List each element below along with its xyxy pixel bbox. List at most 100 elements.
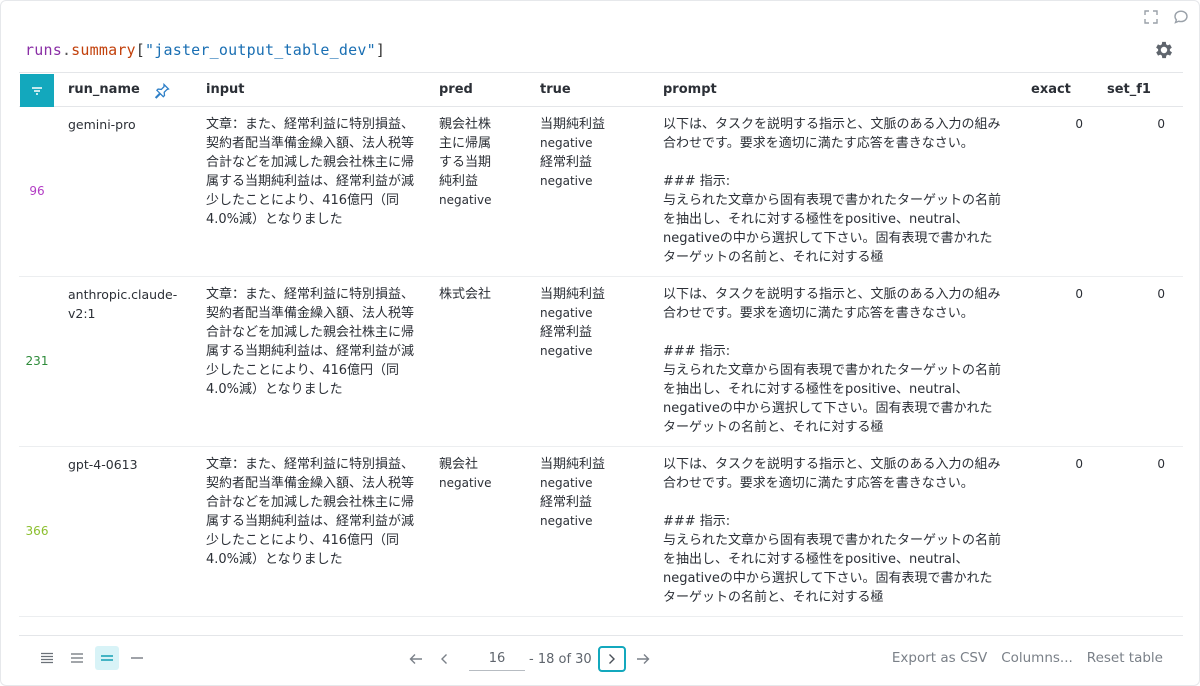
row-index: 96	[29, 184, 45, 198]
last-page-button[interactable]	[632, 648, 654, 670]
prompt-heading: ### 指示:	[663, 514, 731, 529]
true-entity: 当期純利益	[540, 117, 606, 132]
true-label: negative	[540, 514, 593, 528]
table-header: run_name input pred true prompt exact se…	[19, 72, 1183, 107]
true-entity: 経常利益	[540, 495, 593, 510]
page-range: - 18 of 30	[529, 651, 592, 667]
pred-text-line: 親会社	[439, 457, 479, 472]
column-header-pred[interactable]: pred	[439, 82, 473, 97]
pred-cell: 株式会社	[439, 285, 519, 304]
exact-cell: 0	[1075, 457, 1083, 471]
table-row[interactable]: 96 gemini-pro 文章：また、経常利益に特別損益、契約者配当準備金繰入…	[19, 107, 1183, 277]
true-entity: 当期純利益	[540, 287, 606, 302]
set-f1-cell: 0	[1157, 287, 1165, 301]
input-cell: 文章：また、経常利益に特別損益、契約者配当準備金繰入額、法人税等合計などを加減し…	[206, 117, 415, 227]
true-cell: 当期純利益 negative 経常利益 negative	[540, 115, 640, 191]
column-header-set-f1[interactable]: set_f1	[1107, 82, 1151, 97]
input-cell: 文章：また、経常利益に特別損益、契約者配当準備金繰入額、法人税等合計などを加減し…	[206, 287, 415, 397]
true-cell: 当期純利益 negative 経常利益 negative	[540, 455, 640, 531]
pred-text-line: 親会社株	[439, 117, 492, 132]
pred-text-line: 株式会社	[439, 287, 492, 302]
table-footer: - 18 of 30 Export as CSV Columns... Rese…	[19, 635, 1183, 672]
prompt-cell: 以下は、タスクを説明する指示と、文脈のある入力の組み合わせです。要求を適切に満た…	[663, 455, 1005, 615]
prompt-cell: 以下は、タスクを説明する指示と、文脈のある入力の組み合わせです。要求を適切に満た…	[663, 285, 1005, 445]
run-name-cell[interactable]: gpt-4-0613	[68, 455, 188, 474]
column-header-run-name[interactable]: run_name	[68, 82, 140, 97]
filter-button[interactable]	[20, 74, 54, 107]
columns-button[interactable]: Columns...	[1001, 650, 1073, 666]
pred-label: negative	[439, 193, 492, 207]
density-single-button[interactable]	[125, 646, 149, 670]
prompt-cell: 以下は、タスクを説明する指示と、文脈のある入力の組み合わせです。要求を適切に満た…	[663, 115, 1005, 275]
prompt-intro: 以下は、タスクを説明する指示と、文脈のある入力の組み合わせです。要求を適切に満た…	[663, 287, 1001, 321]
true-entity: 当期純利益	[540, 457, 606, 472]
prompt-heading: ### 指示:	[663, 344, 731, 359]
expr-runs: runs	[25, 41, 62, 59]
prev-page-button[interactable]	[433, 648, 455, 670]
lines-two-icon	[101, 655, 113, 661]
prompt-body: 与えられた文章から固有表現で書かれたターゲットの名前を抽出し、それに対する極性を…	[663, 533, 1002, 605]
pin-icon[interactable]	[153, 82, 171, 100]
set-f1-cell: 0	[1157, 457, 1165, 471]
run-name-cell[interactable]: gemini-pro	[68, 115, 188, 134]
input-cell: 文章：また、経常利益に特別損益、契約者配当準備金繰入額、法人税等合計などを加減し…	[206, 457, 415, 567]
column-header-true[interactable]: true	[540, 82, 571, 97]
pred-text-line: 純利益	[439, 174, 479, 189]
query-expression[interactable]: runs.summary["jaster_output_table_dev"]	[25, 41, 385, 59]
chevron-right-icon	[608, 654, 615, 664]
density-short-button[interactable]	[95, 646, 119, 670]
panel-toolbar	[1143, 9, 1189, 25]
expr-open-bracket: [	[135, 41, 146, 59]
true-cell: 当期純利益 negative 経常利益 negative	[540, 285, 640, 361]
table-row[interactable]: 231 anthropic.claude-v2:1 文章：また、経常利益に特別損…	[19, 277, 1183, 447]
density-medium-button[interactable]	[65, 646, 89, 670]
prompt-body: 与えられた文章から固有表現で書かれたターゲットの名前を抽出し、それに対する極性を…	[663, 193, 1002, 265]
line-one-icon	[131, 657, 143, 659]
pred-cell: 親会社 negative	[439, 455, 519, 493]
exact-cell: 0	[1075, 287, 1083, 301]
table-row[interactable]: 366 gpt-4-0613 文章：また、経常利益に特別損益、契約者配当準備金繰…	[19, 447, 1183, 617]
expr-close-bracket: ]	[375, 41, 386, 59]
true-entity: 経常利益	[540, 155, 593, 170]
expr-key: "jaster_output_table_dev"	[145, 41, 376, 59]
expr-summary: summary	[71, 41, 136, 59]
reset-table-button[interactable]: Reset table	[1087, 650, 1163, 666]
run-name-cell[interactable]: anthropic.claude-v2:1	[68, 285, 188, 323]
true-label: negative	[540, 136, 593, 150]
page-input[interactable]	[469, 647, 525, 671]
true-label: negative	[540, 306, 593, 320]
prompt-intro: 以下は、タスクを説明する指示と、文脈のある入力の組み合わせです。要求を適切に満た…	[663, 457, 1001, 491]
column-header-input[interactable]: input	[206, 82, 245, 97]
pred-text-line: 主に帰属	[439, 136, 492, 151]
table-actions: Export as CSV Columns... Reset table	[892, 650, 1163, 666]
results-table: run_name input pred true prompt exact se…	[19, 72, 1183, 617]
gear-icon[interactable]	[1153, 39, 1175, 61]
pred-label: negative	[439, 476, 492, 490]
lines-three-icon	[71, 653, 83, 663]
column-header-prompt[interactable]: prompt	[663, 82, 717, 97]
true-entity: 経常利益	[540, 325, 593, 340]
set-f1-cell: 0	[1157, 117, 1165, 131]
row-index: 231	[25, 354, 49, 368]
row-density-controls	[35, 646, 149, 670]
arrow-left-icon	[409, 654, 422, 664]
fullscreen-icon[interactable]	[1143, 9, 1159, 25]
density-tall-button[interactable]	[35, 646, 59, 670]
prompt-intro: 以下は、タスクを説明する指示と、文脈のある入力の組み合わせです。要求を適切に満た…	[663, 117, 1001, 151]
pagination: - 18 of 30	[405, 646, 660, 672]
export-csv-button[interactable]: Export as CSV	[892, 650, 987, 666]
arrow-right-icon	[636, 654, 650, 664]
first-page-button[interactable]	[405, 648, 427, 670]
pred-text-line: する当期	[439, 155, 492, 170]
lines-four-icon	[41, 652, 53, 664]
column-header-exact[interactable]: exact	[1031, 82, 1071, 97]
row-index: 366	[25, 524, 49, 538]
prompt-body: 与えられた文章から固有表現で書かれたターゲットの名前を抽出し、それに対する極性を…	[663, 363, 1002, 435]
next-page-button[interactable]	[597, 646, 626, 672]
prompt-heading: ### 指示:	[663, 174, 731, 189]
comment-icon[interactable]	[1173, 9, 1189, 25]
table-panel: runs.summary["jaster_output_table_dev"] …	[0, 0, 1200, 686]
exact-cell: 0	[1075, 117, 1083, 131]
pred-cell: 親会社株 主に帰属 する当期 純利益 negative	[439, 115, 519, 210]
chevron-left-icon	[441, 654, 447, 664]
